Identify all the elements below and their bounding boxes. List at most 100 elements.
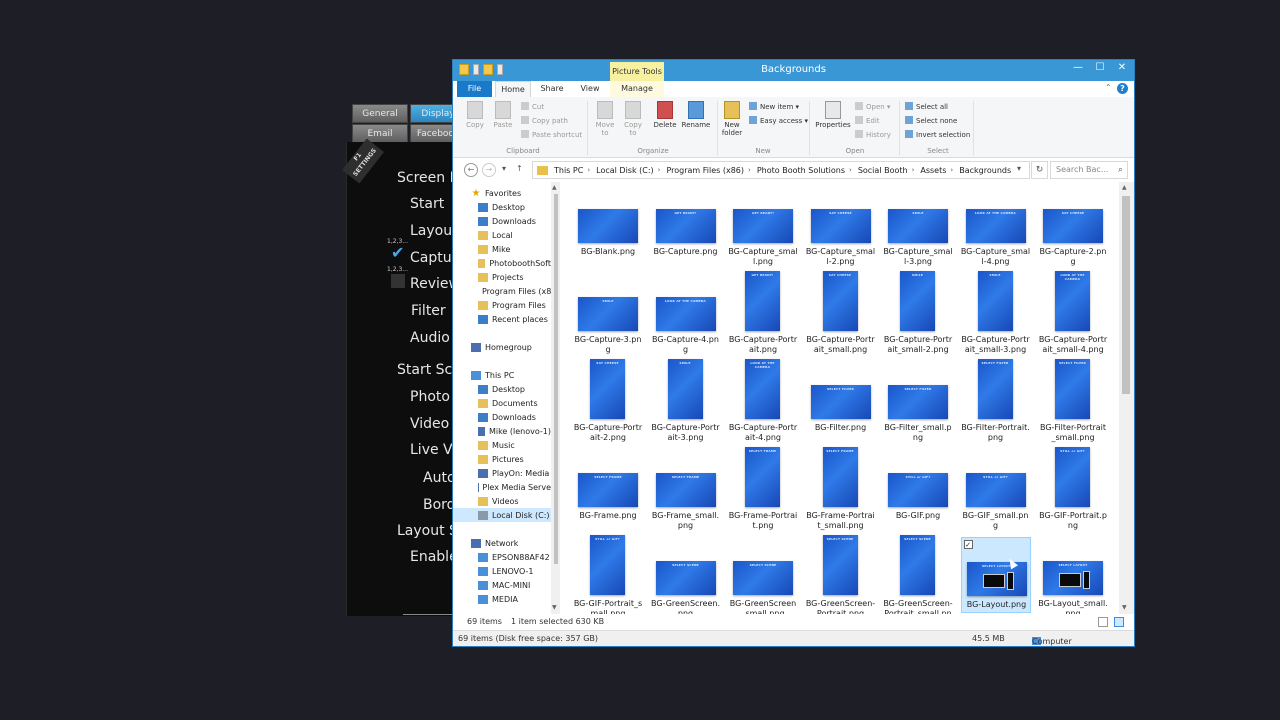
copy-path-button[interactable]: Copy path — [521, 116, 568, 125]
properties-button[interactable]: Properties — [815, 101, 851, 129]
new-folder-button[interactable]: New folder — [719, 101, 745, 137]
file-item[interactable]: SELECT FRAME BG-Frame_small.png — [651, 449, 721, 531]
breadcrumb-item[interactable]: Photo Booth Solutions — [757, 166, 845, 175]
recent-locations-chevron-down-icon[interactable]: ▾ — [502, 164, 506, 173]
new-item-button[interactable]: New item ▾ — [749, 102, 799, 111]
breadcrumb-separator-icon[interactable]: › — [587, 166, 590, 174]
breadcrumb-item[interactable]: This PC — [554, 166, 583, 175]
nav-item[interactable]: Documents — [453, 396, 551, 410]
help-icon[interactable]: ? — [1117, 83, 1128, 94]
breadcrumb-separator-icon[interactable]: › — [849, 166, 852, 174]
file-item[interactable]: SAY CHEESE BG-Capture_small-2.png — [806, 185, 876, 267]
nav-scroll-up-icon[interactable]: ▲ — [552, 184, 557, 191]
nav-item[interactable]: This PC — [453, 368, 551, 382]
breadcrumb-separator-icon[interactable]: › — [658, 166, 661, 174]
settings-menu-item[interactable]: Start Scr — [397, 362, 458, 378]
nav-item[interactable]: Program Files (x8 — [453, 284, 551, 298]
file-item[interactable]: LOOK AT THE CAMERA BG-Capture-Portrait_sm… — [1038, 271, 1108, 355]
nav-item[interactable]: PhotoboothSoft — [453, 256, 551, 270]
close-button[interactable]: ✕ — [1109, 62, 1135, 73]
ribbon-expand-icon[interactable]: ⌃ — [1105, 83, 1112, 92]
edit-button[interactable]: Edit — [855, 116, 880, 125]
file-item[interactable]: SAY CHEESE BG-Capture-Portrait_small.png — [806, 271, 876, 355]
tab-general[interactable]: General — [352, 104, 408, 123]
nav-item[interactable]: EPSON88AF42 — [453, 550, 551, 564]
minimize-button[interactable]: — — [1067, 62, 1089, 73]
breadcrumb-item[interactable]: Local Disk (C:) — [596, 166, 654, 175]
breadcrumb-separator-icon[interactable]: › — [748, 166, 751, 174]
scroll-up-icon[interactable]: ▲ — [1122, 184, 1127, 191]
settings-menu-item[interactable]: Start — [410, 196, 444, 212]
file-item[interactable]: SELECT LAYOUTBG-Layout_small.png — [1038, 537, 1108, 619]
nav-item[interactable]: Desktop — [453, 200, 551, 214]
file-item[interactable]: LOOK AT THE CAMERA BG-Capture_small-4.png — [961, 185, 1031, 267]
file-item[interactable]: GET READY! BG-Capture-Portrait.png — [728, 271, 798, 355]
file-item[interactable]: SELECT SCENEBG-GreenScreen-Portrait_smal… — [883, 535, 953, 628]
file-item[interactable]: SMILE BG-Capture-Portrait_small-3.png — [961, 271, 1031, 355]
nav-item[interactable]: Desktop — [453, 382, 551, 396]
copy-button[interactable]: Copy — [463, 101, 487, 129]
settings-menu-item[interactable]: Video — [410, 416, 449, 432]
nav-item[interactable]: Downloads — [453, 214, 551, 228]
tab-email[interactable]: Email — [352, 124, 408, 143]
select-all-button[interactable]: Select all — [905, 102, 948, 111]
nav-item[interactable]: Plex Media Serve — [453, 480, 551, 494]
file-item[interactable]: SELECT FILTER BG-Filter-Portrait_small.pn… — [1038, 359, 1108, 443]
tab-view[interactable]: View — [573, 81, 607, 97]
file-item[interactable]: SELECT FILTER BG-Filter.png — [806, 361, 876, 443]
settings-menu-item[interactable]: Layout S — [397, 523, 458, 539]
settings-menu-item[interactable]: Enable — [410, 549, 458, 565]
file-item[interactable]: SELECT FILTER BG-Filter-Portrait.png — [961, 359, 1031, 443]
details-view-icon[interactable] — [1098, 617, 1108, 627]
nav-item[interactable]: Pictures — [453, 452, 551, 466]
nav-item[interactable]: Homegroup — [453, 340, 551, 354]
file-item[interactable]: SELECT SCENEBG-GreenScreen.png — [651, 537, 721, 619]
file-item[interactable]: LOOK AT THE CAMERA BG-Capture-4.png — [651, 273, 721, 355]
settings-menu-item[interactable]: Bord — [423, 497, 456, 513]
breadcrumb-separator-icon[interactable]: › — [950, 166, 953, 174]
breadcrumb-separator-icon[interactable]: › — [912, 166, 915, 174]
nav-item[interactable]: MEDIA — [453, 592, 551, 606]
open-button[interactable]: Open ▾ — [855, 102, 890, 111]
scroll-down-icon[interactable]: ▼ — [1122, 604, 1127, 611]
nav-item[interactable]: Local Disk (C:) — [453, 508, 551, 522]
file-item[interactable]: STILL or GIF?BG-GIF-Portrait_small.png — [573, 535, 643, 619]
move-to-button[interactable]: Move to — [593, 101, 617, 137]
file-item[interactable]: SAY CHEESE BG-Capture-2.png — [1038, 185, 1108, 267]
file-item[interactable]: SELECT SCENEBG-GreenScreen-Portrait.png — [806, 535, 876, 619]
nav-item[interactable]: MAC-MINI — [453, 578, 551, 592]
file-item[interactable]: GET READY! BG-Capture.png — [651, 185, 721, 267]
address-path[interactable]: This PC › Local Disk (C:) › Program Files (x… — [532, 161, 1030, 179]
file-item[interactable]: SELECT LAYOUT ✓ BG-Layout.png — [960, 537, 1031, 613]
paste-shortcut-button[interactable]: Paste shortcut — [521, 130, 582, 139]
file-item[interactable]: BG-Blank.png — [573, 185, 643, 267]
file-item[interactable]: SELECT FRAME BG-Frame-Portrait_small.png — [806, 447, 876, 531]
nav-scrollbar-thumb[interactable] — [554, 194, 558, 564]
file-scrollbar-thumb[interactable] — [1122, 196, 1130, 394]
settings-menu-item[interactable]: Captur — [410, 250, 457, 266]
file-item[interactable]: SELECT SCENEBG-GreenScreen_small.png — [728, 537, 798, 619]
cut-button[interactable]: Cut — [521, 102, 544, 111]
item-checkbox[interactable]: ✓ — [963, 540, 973, 549]
nav-item[interactable]: LENOVO-1 — [453, 564, 551, 578]
nav-item[interactable]: Videos — [453, 494, 551, 508]
breadcrumb-item[interactable]: Social Booth — [858, 166, 908, 175]
nav-item[interactable]: Mike (lenovo-1) — [453, 424, 551, 438]
review-checkbox[interactable] — [391, 274, 405, 288]
file-item[interactable]: SMILE BG-Capture-Portrait_small-2.png — [883, 271, 953, 355]
breadcrumb-item[interactable]: Backgrounds — [959, 166, 1011, 175]
file-item[interactable]: SELECT FILTER BG-Filter_small.png — [883, 361, 953, 443]
select-none-button[interactable]: Select none — [905, 116, 957, 125]
nav-item[interactable]: Music — [453, 438, 551, 452]
file-item[interactable]: SMILE BG-Capture-3.png — [573, 273, 643, 355]
file-item[interactable]: SELECT FRAME BG-Frame-Portrait.png — [728, 447, 798, 531]
settings-menu-item[interactable]: Layout — [410, 223, 458, 239]
maximize-button[interactable]: ☐ — [1089, 62, 1111, 73]
tab-manage[interactable]: Manage — [610, 81, 664, 97]
settings-menu-item[interactable]: Live Vi — [410, 442, 456, 458]
file-item[interactable]: STILL or GIF? BG-GIF.png — [883, 449, 953, 531]
file-item[interactable]: SAY CHEESE BG-Capture-Portrait-2.png — [573, 359, 643, 443]
settings-menu-item[interactable]: Auto — [423, 470, 456, 486]
copy-to-button[interactable]: Copy to — [621, 101, 645, 137]
address-history-chevron-down-icon[interactable]: ▾ — [1017, 164, 1021, 173]
